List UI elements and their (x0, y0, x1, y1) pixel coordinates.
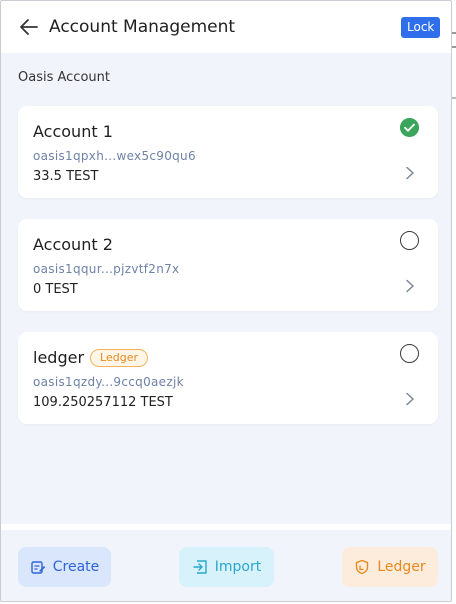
unselected-radio-icon[interactable] (400, 344, 419, 363)
footer-divider (1, 524, 451, 530)
account-card[interactable]: Account 1 oasis1qpxh...wex5c90qu6 33.5 T… (18, 106, 438, 198)
header-bar: Account Management Lock (1, 1, 451, 53)
back-arrow-icon[interactable] (17, 15, 41, 39)
account-address: oasis1qqur...pjzvtf2n7x (33, 262, 180, 276)
account-card[interactable]: ledger Ledger oasis1qzdy...9ccq0aezjk 10… (18, 332, 438, 424)
account-name: ledger (33, 348, 85, 367)
account-management-popup: Account Management Lock Oasis Account Ac… (0, 0, 452, 602)
chevron-right-icon[interactable] (404, 392, 416, 406)
account-card[interactable]: Account 2 oasis1qqur...pjzvtf2n7x 0 TEST (18, 219, 438, 311)
lock-button[interactable]: Lock (401, 17, 441, 38)
account-balance: 33.5 TEST (33, 169, 99, 184)
account-name-row: Account 1 (33, 122, 113, 142)
account-name: Account 2 (33, 235, 113, 254)
account-balance: 109.250257112 TEST (33, 395, 173, 410)
create-button-label: Create (52, 559, 100, 575)
account-name-row: ledger Ledger (33, 348, 148, 368)
create-button[interactable]: Create (18, 547, 111, 587)
import-button[interactable]: Import (179, 547, 274, 587)
background-page-edge (452, 0, 456, 604)
page-title: Account Management (49, 17, 236, 37)
account-name: Account 1 (33, 122, 113, 141)
account-name-row: Account 2 (33, 235, 113, 255)
import-button-label: Import (214, 559, 262, 575)
chevron-right-icon[interactable] (404, 279, 416, 293)
chevron-right-icon[interactable] (404, 166, 416, 180)
unselected-radio-icon[interactable] (400, 231, 419, 250)
shield-icon (356, 559, 369, 575)
ledger-button-label: Ledger (377, 559, 426, 575)
ledger-button[interactable]: Ledger (342, 547, 438, 587)
ledger-badge: Ledger (90, 349, 148, 367)
import-icon (193, 560, 207, 574)
edit-icon (31, 561, 45, 574)
account-address: oasis1qzdy...9ccq0aezjk (33, 375, 184, 389)
account-balance: 0 TEST (33, 282, 78, 297)
account-address: oasis1qpxh...wex5c90qu6 (33, 149, 196, 163)
section-label: Oasis Account (18, 70, 110, 85)
selected-check-icon[interactable] (400, 118, 419, 137)
